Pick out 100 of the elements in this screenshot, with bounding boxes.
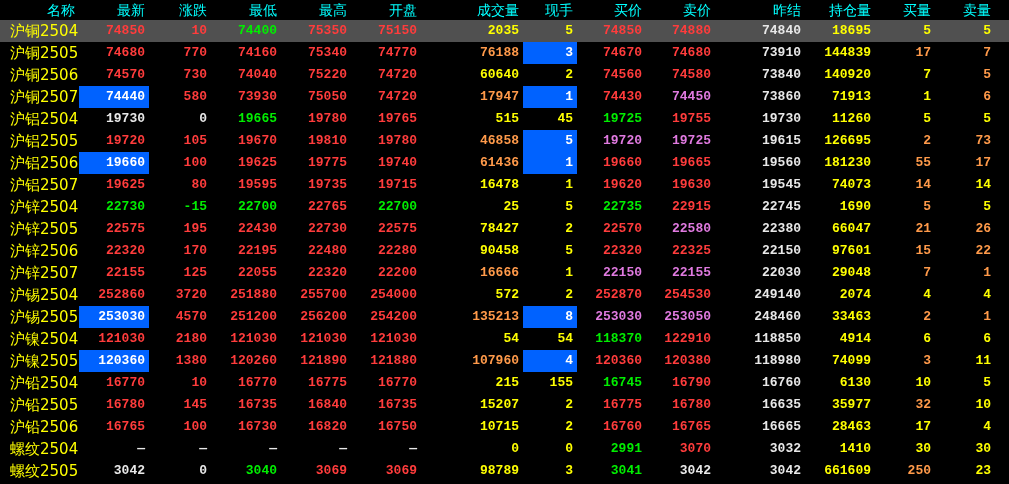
table-row[interactable]: 沪铜2507 74440 580 73930 75050 74720 17947 1 74430 74450 73860 71913 1 6	[0, 86, 1009, 108]
table-row[interactable]: 沪锌2504 22730 -15 22700 22765 22700 25 5 22735 22915 22745 1690 5 5	[0, 196, 1009, 218]
cell-value: 19735	[308, 176, 347, 193]
table-row[interactable]: 沪铅2505 16780 145 16735 16840 16735 15207 2 16775 16780 16635 35977 32 10	[0, 394, 1009, 416]
cell-value: 0	[511, 440, 519, 457]
cell-value: 3042	[769, 462, 801, 479]
cell-value: 121880	[370, 352, 417, 369]
cell-value: 1	[923, 88, 931, 105]
cell-value: 3	[565, 462, 573, 479]
cell-value: 29048	[832, 264, 871, 281]
column-header[interactable]: 开盘	[351, 0, 421, 20]
column-header[interactable]: 最低	[211, 0, 281, 20]
table-row[interactable]: 沪铝2506 19660 100 19625 19775 19740 61436 1 19660 19665 19560 181230 55 17	[0, 152, 1009, 174]
column-header[interactable]: 成交量	[421, 0, 523, 20]
table-row[interactable]: 沪铝2504 19730 0 19665 19780 19765 515 45 19725 19755 19730 11260 5 5	[0, 108, 1009, 130]
table-row[interactable]: 沪锡2505 253030 4570 251200 256200 254200 135213 8 253030 253050 248460 33463 2 1	[0, 306, 1009, 328]
cell-value: 74450	[672, 88, 711, 105]
table-row[interactable]: 沪铅2504 16770 10 16770 16775 16770 215 155 16745 16790 16760 6130 10 5	[0, 372, 1009, 394]
contract-name: 螺纹2504	[9, 439, 79, 460]
column-header[interactable]: 最高	[281, 0, 351, 20]
cell-value: 74073	[832, 176, 871, 193]
cell-value: 74720	[378, 88, 417, 105]
table-row[interactable]: 沪铜2505 74680 770 74160 75340 74770 76188 3 74670 74680 73910 144839 17 7	[0, 42, 1009, 64]
table-row[interactable]: 沪铝2507 19625 80 19595 19735 19715 16478 1 19620 19630 19545 74073 14 14	[0, 174, 1009, 196]
column-header[interactable]: 名称	[0, 0, 79, 20]
cell-value: 78427	[480, 220, 519, 237]
column-header[interactable]: 持仓量	[805, 0, 875, 20]
cell-value: 121030	[370, 330, 417, 347]
column-header[interactable]: 最新	[79, 0, 149, 20]
cell-value: 22570	[603, 220, 642, 237]
cell-value: 74850	[106, 22, 145, 39]
cell-value: 75220	[308, 66, 347, 83]
cell-value: 140920	[824, 66, 871, 83]
cell-value: 5	[565, 242, 573, 259]
cell-value: 19720	[106, 132, 145, 149]
cell-value: 73910	[762, 44, 801, 61]
table-row[interactable]: 沪铅2506 16765 100 16730 16820 16750 10715 2 16760 16765 16665 28463 17 4	[0, 416, 1009, 438]
table-row[interactable]: 沪铜2504 74850 10 74400 75350 75150 2035 5 74850 74880 74840 18695 5 5	[0, 20, 1009, 42]
cell-value: 22745	[762, 198, 801, 215]
contract-name: 沪锌2507	[9, 263, 79, 284]
cell-value: 10	[191, 22, 207, 39]
column-header[interactable]: 卖价	[646, 0, 715, 20]
column-header[interactable]: 现手	[523, 0, 577, 20]
column-header[interactable]: 卖量	[935, 0, 995, 20]
cell-value: 2	[565, 286, 573, 303]
cell-value: 121890	[300, 352, 347, 369]
cell-value: 19665	[672, 154, 711, 171]
cell-value: 16775	[308, 374, 347, 391]
table-row[interactable]: 沪锡2504 252860 3720 251880 255700 254000 572 2 252870 254530 249140 2074 4 4	[0, 284, 1009, 306]
column-header[interactable]: 涨跌	[149, 0, 211, 20]
table-row[interactable]: 沪铝2505 19720 105 19670 19810 19780 46858 5 19720 19725 19615 126695 2 73	[0, 130, 1009, 152]
cell-value: 80	[191, 176, 207, 193]
table-row[interactable]: 沪镍2505 120360 1380 120260 121890 121880 107960 4 120360 120380 118980 74099 3 11	[0, 350, 1009, 372]
cell-value: 2	[923, 308, 931, 325]
cell-value: 19740	[378, 154, 417, 171]
cell-value: 105	[183, 132, 207, 149]
cell-value: 5	[565, 198, 573, 215]
cell-value: 74400	[238, 22, 277, 39]
cell-value: 73	[975, 132, 991, 149]
column-header[interactable]: 昨结	[715, 0, 805, 20]
cell-value: 1410	[839, 440, 871, 457]
table-row[interactable]: 沪锌2507 22155 125 22055 22320 22200 16666 1 22150 22155 22030 29048 7 1	[0, 262, 1009, 284]
column-header[interactable]: 买量	[875, 0, 935, 20]
cell-value: 16780	[106, 396, 145, 413]
cell-value: 30	[975, 440, 991, 457]
contract-name: 沪锌2504	[9, 197, 79, 218]
table-row[interactable]: 螺纹2504 — — — — — 0 0 2991 3070 3032 1410 30 30	[0, 438, 1009, 460]
table-row[interactable]: 沪镍2504 121030 2180 121030 121030 121030 54 54 118370 122910 118850 4914 6 6	[0, 328, 1009, 350]
cell-value: 17	[915, 418, 931, 435]
table-row[interactable]: 沪铜2506 74570 730 74040 75220 74720 60640 2 74560 74580 73840 140920 7 5	[0, 64, 1009, 86]
cell-value: 120380	[664, 352, 711, 369]
cell-value: 256200	[300, 308, 347, 325]
cell-value: 16735	[238, 396, 277, 413]
table-row[interactable]: 沪锌2505 22575 195 22430 22730 22575 78427 2 22570 22580 22380 66047 21 26	[0, 218, 1009, 240]
column-header[interactable]: 买价	[577, 0, 646, 20]
cell-value: 76188	[480, 44, 519, 61]
table-row[interactable]: 螺纹2505 3042 0 3040 3069 3069 98789 3 3041 3042 3042 661609 250 23	[0, 460, 1009, 482]
cell-value: 22915	[672, 198, 711, 215]
cell-value: 253050	[664, 308, 711, 325]
cell-value: 253030	[98, 308, 145, 325]
cell-value: 2	[565, 66, 573, 83]
cell-value: 118980	[754, 352, 801, 369]
cell-value: 1380	[175, 352, 207, 369]
cell-value: 73840	[762, 66, 801, 83]
cell-value: 74440	[106, 88, 145, 105]
cell-value: 19595	[238, 176, 277, 193]
cell-value: 74430	[603, 88, 642, 105]
cell-value: 250	[907, 462, 931, 479]
cell-value: 22155	[106, 264, 145, 281]
contract-name: 沪铅2504	[9, 373, 79, 394]
table-row[interactable]: 沪锌2506 22320 170 22195 22480 22280 90458 5 22320 22325 22150 97601 15 22	[0, 240, 1009, 262]
cell-value: 22325	[672, 242, 711, 259]
cell-value: 6	[923, 330, 931, 347]
cell-value: 16840	[308, 396, 347, 413]
cell-value: 1	[983, 264, 991, 281]
cell-value: 19765	[378, 110, 417, 127]
cell-value: 120360	[595, 352, 642, 369]
cell-value: 45	[557, 110, 573, 127]
cell-value: 22730	[308, 220, 347, 237]
cell-value: 195	[183, 220, 207, 237]
